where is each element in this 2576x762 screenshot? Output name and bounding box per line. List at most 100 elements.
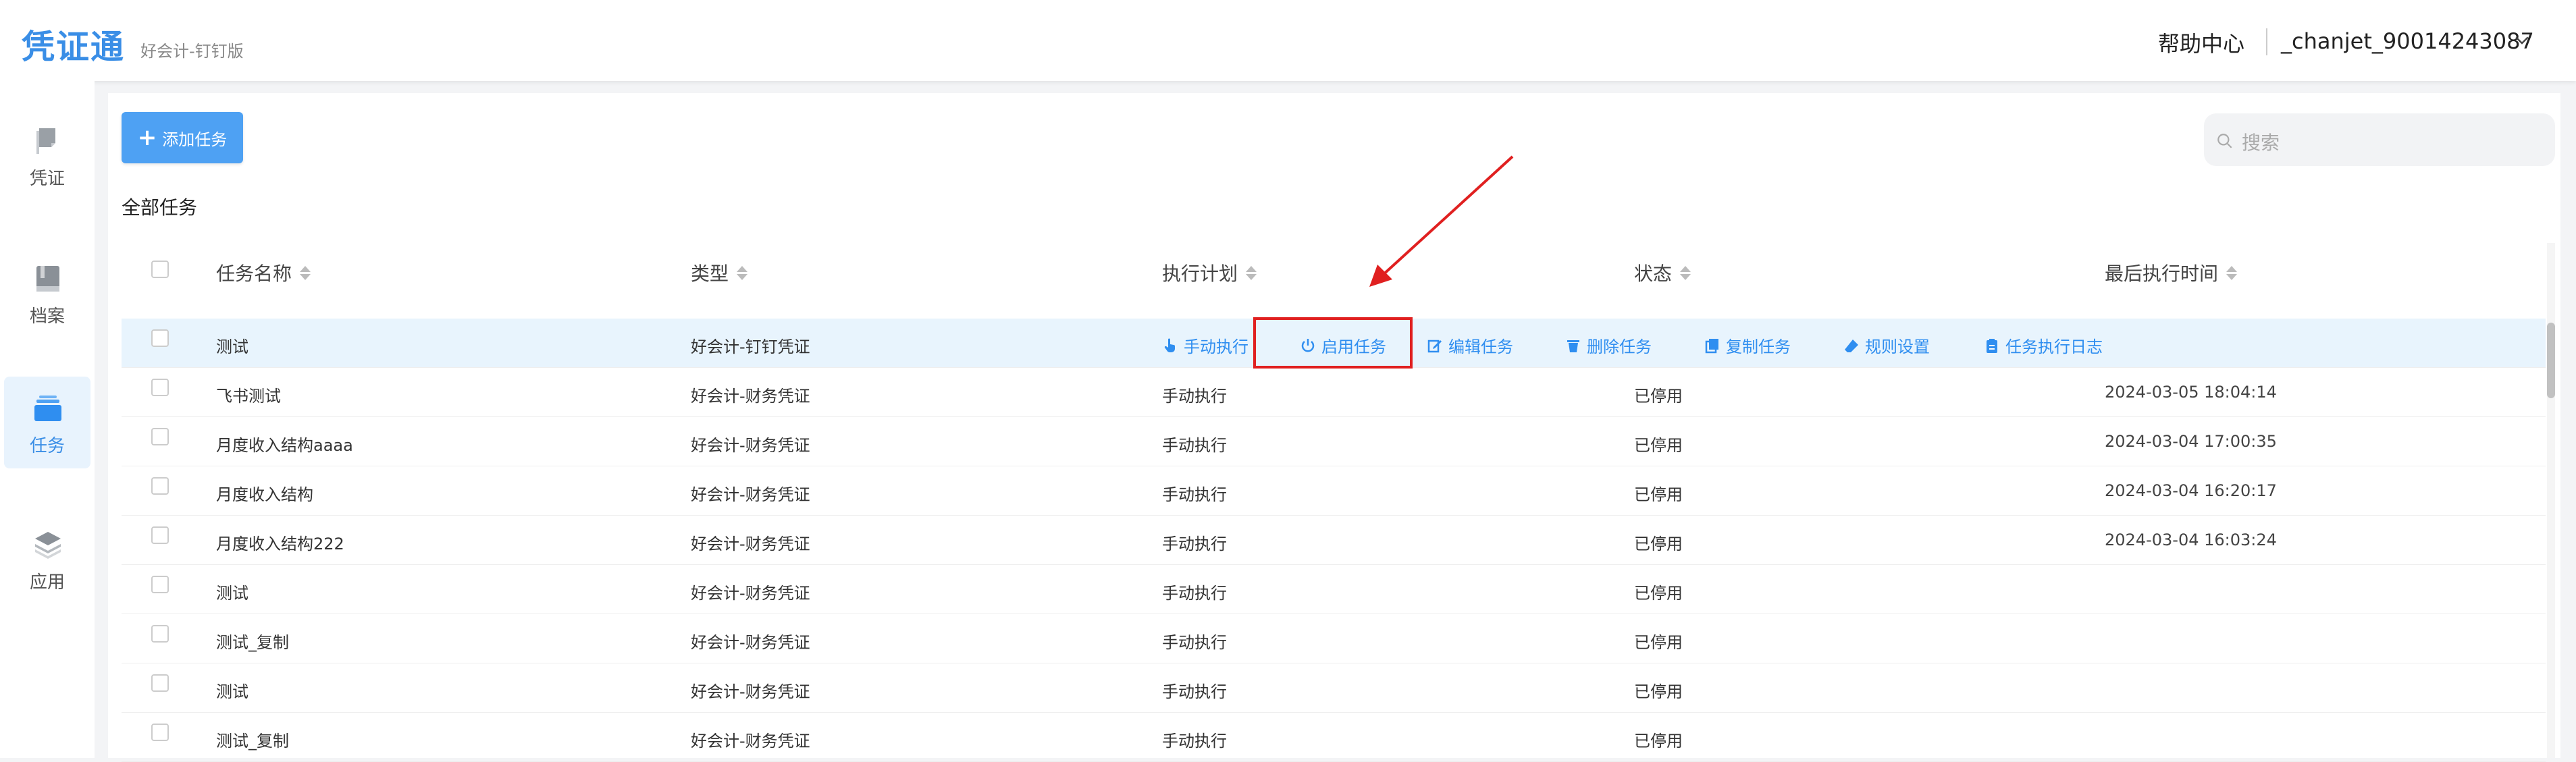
table-row[interactable]: 月度收入结构222 好会计-财务凭证 手动执行 已停用 2024-03-04 1… xyxy=(122,516,2546,565)
row-checkbox[interactable] xyxy=(151,329,169,347)
sidebar-item-apps[interactable]: 应用 xyxy=(4,513,90,605)
task-type: 好会计-财务凭证 xyxy=(691,682,810,701)
task-name: 测试 xyxy=(216,337,248,356)
table-header: 任务名称 类型 执行计划 状态 最后执行时间 xyxy=(122,235,2546,302)
table-row[interactable]: 测试_复制 好会计-财务凭证 手动执行 已停用 xyxy=(122,614,2546,663)
edit-icon xyxy=(1427,339,1442,352)
row-checkbox[interactable] xyxy=(151,477,169,495)
task-last-run: 2024-03-04 16:03:24 xyxy=(2105,530,2277,549)
sort-icon[interactable] xyxy=(1246,265,1257,280)
chevron-down-icon[interactable] xyxy=(2512,30,2532,50)
header-divider xyxy=(2266,28,2267,55)
row-checkbox[interactable] xyxy=(151,526,169,544)
delete-task-action[interactable]: 删除任务 xyxy=(1565,333,1652,357)
hand-pointer-icon xyxy=(1164,338,1175,352)
row-checkbox[interactable] xyxy=(151,428,169,445)
clipboard-icon xyxy=(1987,338,1997,353)
task-last-run: 2024-03-04 16:20:17 xyxy=(2105,481,2277,500)
column-header-name[interactable]: 任务名称 xyxy=(216,259,311,286)
task-plan: 手动执行 xyxy=(1162,387,1227,406)
task-type: 好会计-财务凭证 xyxy=(691,535,810,553)
task-name: 测试_复制 xyxy=(216,633,289,652)
copy-task-action[interactable]: 复制任务 xyxy=(1704,333,1791,357)
task-stack-icon xyxy=(34,396,61,421)
task-name: 飞书测试 xyxy=(216,387,281,406)
task-plan: 手动执行 xyxy=(1162,535,1227,553)
task-last-run: 2024-03-04 17:00:35 xyxy=(2105,432,2277,451)
section-title: 全部任务 xyxy=(122,196,198,219)
rule-settings-action[interactable]: 规则设置 xyxy=(1843,333,1930,357)
task-name: 月度收入结构222 xyxy=(216,535,344,553)
brand-logo[interactable]: 凭证通 xyxy=(22,20,125,68)
scrollbar-thumb[interactable] xyxy=(2547,323,2555,398)
column-header-status[interactable]: 状态 xyxy=(1634,259,1691,286)
layers-icon xyxy=(35,532,61,559)
table-row[interactable]: 测试_复制 好会计-财务凭证 手动执行 已停用 xyxy=(122,713,2546,762)
help-center-link[interactable]: 帮助中心 xyxy=(2158,27,2244,58)
add-task-label: 添加任务 xyxy=(162,130,228,149)
task-name: 测试 xyxy=(216,584,248,603)
row-checkbox[interactable] xyxy=(151,625,169,643)
task-type: 好会计-财务凭证 xyxy=(691,485,810,504)
task-last-run: 2024-03-05 18:04:14 xyxy=(2105,383,2277,402)
annotation-highlight-box xyxy=(1253,317,1413,369)
sidebar-item-task[interactable]: 任务 xyxy=(4,377,90,468)
task-status: 已停用 xyxy=(1634,535,1683,553)
vertical-scrollbar[interactable] xyxy=(2547,243,2555,758)
sidebar-item-archive[interactable]: 档案 xyxy=(4,247,90,339)
manual-run-action[interactable]: 手动执行 xyxy=(1162,333,1248,357)
sort-icon[interactable] xyxy=(1680,265,1691,280)
task-type: 好会计-钉钉凭证 xyxy=(691,337,810,356)
search-icon xyxy=(2217,134,2232,148)
voucher-icon xyxy=(36,128,55,154)
sidebar-item-label: 任务 xyxy=(29,436,65,456)
task-type: 好会计-财务凭证 xyxy=(691,584,810,603)
column-header-type[interactable]: 类型 xyxy=(691,259,748,286)
task-status: 已停用 xyxy=(1634,387,1683,406)
trash-icon xyxy=(1567,339,1579,352)
sidebar-item-label: 档案 xyxy=(29,306,65,327)
sort-icon[interactable] xyxy=(2226,265,2238,280)
task-status: 已停用 xyxy=(1634,682,1683,701)
task-type: 好会计-财务凭证 xyxy=(691,387,810,406)
user-account-menu[interactable]: _chanjet_90014243087 xyxy=(2281,28,2534,54)
edit-task-action[interactable]: 编辑任务 xyxy=(1427,333,1513,357)
row-checkbox[interactable] xyxy=(151,576,169,593)
task-name: 测试 xyxy=(216,682,248,701)
task-type: 好会计-财务凭证 xyxy=(691,436,810,455)
copy-icon xyxy=(1705,338,1718,353)
sort-icon[interactable] xyxy=(300,265,311,280)
task-plan: 手动执行 xyxy=(1162,633,1227,652)
table-row[interactable]: 测试 好会计-财务凭证 手动执行 已停用 xyxy=(122,663,2546,713)
task-log-action[interactable]: 任务执行日志 xyxy=(1984,333,2103,357)
task-name: 月度收入结构 xyxy=(216,485,313,504)
eraser-icon xyxy=(1845,339,1858,352)
table-row[interactable]: 月度收入结构 好会计-财务凭证 手动执行 已停用 2024-03-04 16:2… xyxy=(122,466,2546,516)
task-type: 好会计-财务凭证 xyxy=(691,633,810,652)
task-name: 测试_复制 xyxy=(216,732,289,751)
sidebar-item-voucher[interactable]: 凭证 xyxy=(4,109,90,201)
column-header-last-run[interactable]: 最后执行时间 xyxy=(2105,259,2238,286)
column-header-plan[interactable]: 执行计划 xyxy=(1162,259,1257,286)
task-status: 已停用 xyxy=(1634,732,1683,751)
row-checkbox[interactable] xyxy=(151,674,169,692)
task-plan: 手动执行 xyxy=(1162,732,1227,751)
task-name: 月度收入结构aaaa xyxy=(216,436,353,455)
sidebar-item-label: 凭证 xyxy=(29,169,65,189)
plus-icon: + xyxy=(137,124,157,151)
table-row[interactable]: 测试 好会计-财务凭证 手动执行 已停用 xyxy=(122,565,2546,614)
sort-icon[interactable] xyxy=(737,265,748,280)
sidebar: 凭证 档案 任务 应用 xyxy=(0,81,95,758)
task-status: 已停用 xyxy=(1634,633,1683,652)
table-row[interactable]: 月度收入结构aaaa 好会计-财务凭证 手动执行 已停用 2024-03-04 … xyxy=(122,417,2546,466)
task-plan: 手动执行 xyxy=(1162,682,1227,701)
row-checkbox[interactable] xyxy=(151,379,169,396)
table-row[interactable]: 飞书测试 好会计-财务凭证 手动执行 已停用 2024-03-05 18:04:… xyxy=(122,368,2546,417)
task-plan: 手动执行 xyxy=(1162,436,1227,455)
top-header: 凭证通 好会计-钉钉版 帮助中心 _chanjet_90014243087 xyxy=(0,0,2576,81)
task-plan: 手动执行 xyxy=(1162,485,1227,504)
add-task-button[interactable]: + 添加任务 xyxy=(122,112,243,163)
task-plan: 手动执行 xyxy=(1162,584,1227,603)
row-checkbox[interactable] xyxy=(151,724,169,741)
select-all-checkbox[interactable] xyxy=(151,261,169,278)
